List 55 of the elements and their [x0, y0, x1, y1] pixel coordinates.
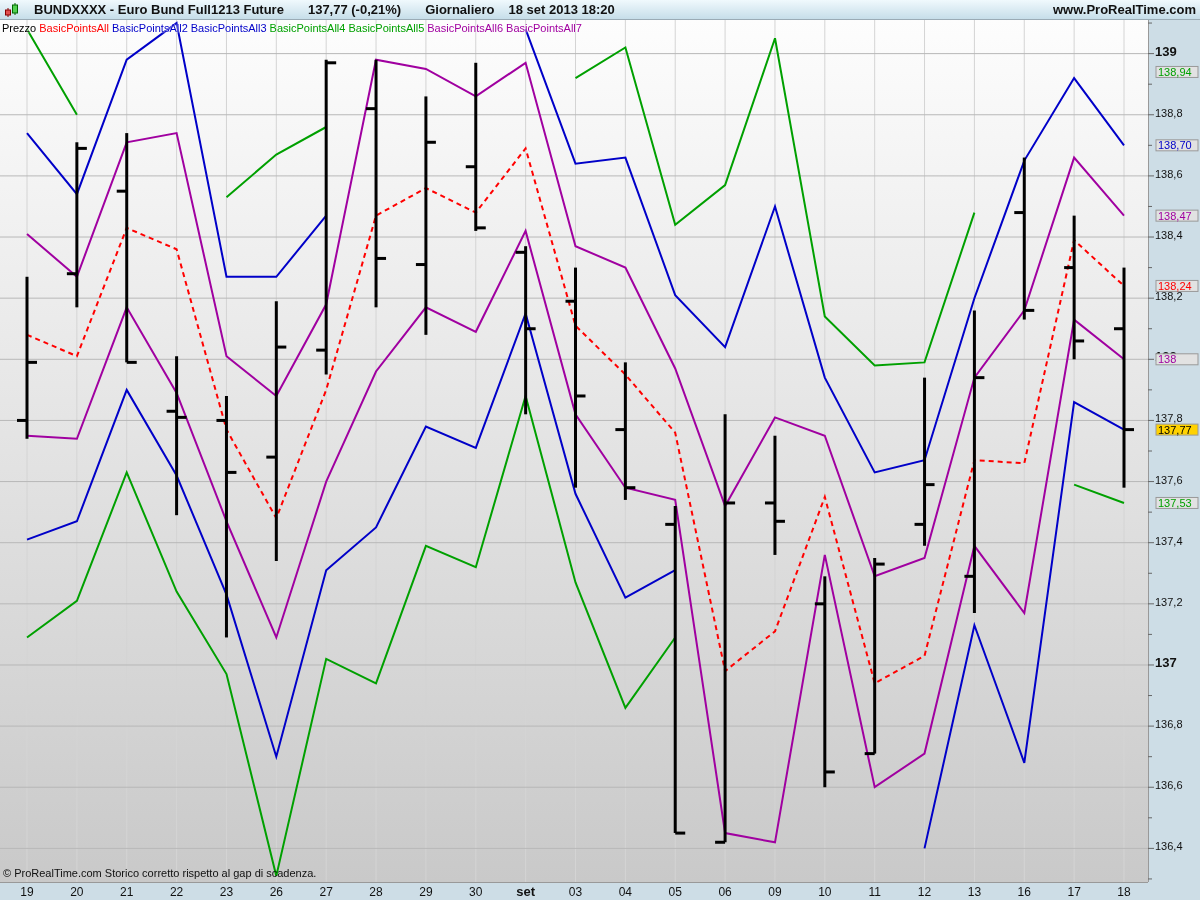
axis-label: 138,2: [1155, 290, 1183, 303]
website-label: www.ProRealTime.com: [1052, 2, 1196, 17]
price-tag: 138,94: [1155, 65, 1199, 78]
axis-label: 05: [668, 885, 682, 899]
axis-label: 04: [618, 885, 633, 899]
axis-label: 11: [868, 885, 881, 899]
legend-label: BasicPointsAll3: [190, 22, 267, 34]
axis-label: 138,4: [1155, 229, 1183, 242]
legend-label: Prezzo: [2, 22, 37, 34]
price-tag: 137,77: [1155, 423, 1199, 436]
axis-label: 136,8: [1155, 718, 1183, 731]
legend-label: BasicPointsAll6: [427, 22, 504, 34]
axis-label: 137,6: [1155, 473, 1183, 486]
axis-label: 137,2: [1155, 595, 1183, 608]
axis-label: 09: [768, 885, 782, 899]
axis-label: 29: [419, 885, 433, 899]
axis-label: 12: [917, 885, 932, 899]
axis-label: 18: [1117, 885, 1131, 899]
price-tag: 138,24: [1155, 279, 1199, 292]
candlestick-icon: [4, 1, 20, 18]
axis-label: 139: [1155, 43, 1177, 59]
axis-label: 137,4: [1155, 534, 1183, 547]
axis-label: 136,6: [1155, 779, 1183, 792]
axis-label: 19: [20, 885, 34, 899]
legend-label: BasicPointsAll: [39, 22, 109, 34]
instrument-title: BUNDXXXX - Euro Bund Full1213 Future: [34, 2, 284, 17]
axis-label: 137,8: [1155, 412, 1183, 425]
legend-label: BasicPointsAll4: [269, 22, 346, 34]
legend-label: BasicPointsAll5: [348, 22, 425, 34]
axis-label: 23: [219, 885, 234, 899]
axis-label: 28: [369, 885, 383, 899]
axis-label: 03: [568, 885, 583, 899]
axis-label: 06: [718, 885, 732, 899]
axis-label: 20: [70, 885, 84, 899]
axis-label: 137: [1155, 654, 1177, 670]
axis-label: 16: [1017, 885, 1031, 899]
axis-label: 13: [967, 885, 982, 899]
price-tag: 138,70: [1155, 139, 1199, 152]
axis-label: set: [516, 884, 536, 899]
period-label: Giornaliero: [425, 2, 495, 17]
price-tag: 137,53: [1155, 496, 1199, 509]
legend-label: BasicPointsAll7: [506, 22, 582, 34]
date-time: 18 set 2013 18:20: [508, 2, 615, 17]
axis-label: 22: [169, 885, 184, 899]
axis-label: 21: [120, 885, 134, 899]
price-quote: 137,77 (-0,21%): [307, 2, 402, 17]
price-tag: 138,47: [1155, 209, 1199, 222]
axis-label: 27: [319, 885, 333, 899]
axis-label: 138,6: [1155, 167, 1183, 180]
axis-label: 10: [818, 885, 832, 899]
axis-label: 17: [1067, 885, 1081, 899]
axis-label: 136,4: [1155, 840, 1183, 853]
axis-label: 30: [469, 885, 483, 899]
axis-label: 26: [269, 885, 283, 899]
axis-label: 138,8: [1155, 106, 1183, 119]
